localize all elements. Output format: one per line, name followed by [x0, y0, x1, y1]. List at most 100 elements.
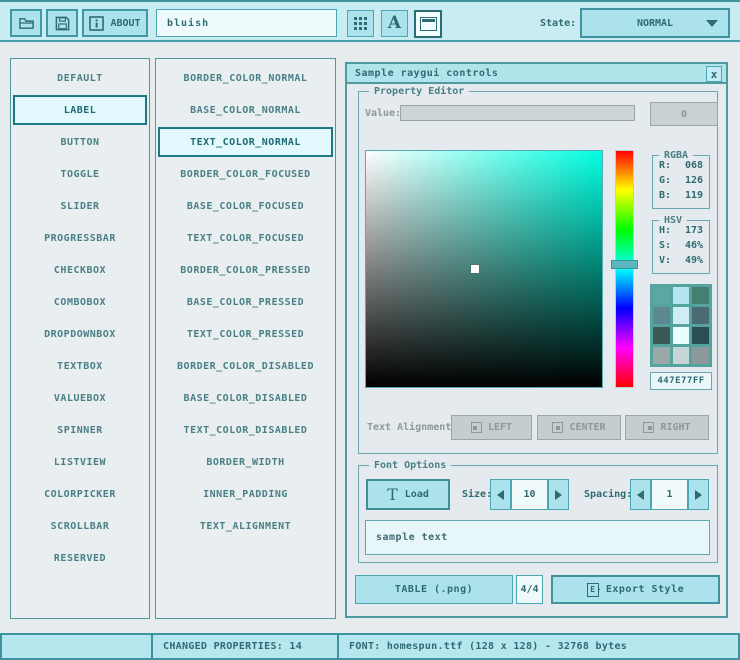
style-swatch-5[interactable] [692, 307, 709, 324]
list-item-border_color_pressed[interactable]: BORDER_COLOR_PRESSED [156, 254, 335, 286]
value-box[interactable]: 0 [650, 102, 718, 126]
sample-controls-window: Sample raygui controls x Property Editor… [345, 62, 728, 618]
colorpicker-square[interactable] [365, 150, 603, 388]
list-item-border_color_normal[interactable]: BORDER_COLOR_NORMAL [156, 62, 335, 94]
size-increase-button[interactable] [548, 479, 569, 510]
text-alignment-label: Text Alignment: [367, 422, 457, 433]
style-swatch-7[interactable] [673, 327, 690, 344]
list-item-text_alignment[interactable]: TEXT_ALIGNMENT [156, 510, 335, 542]
align-left-icon [471, 422, 482, 433]
export-format-button[interactable]: TABLE (.png) [355, 575, 513, 604]
list-item-text_color_normal[interactable]: TEXT_COLOR_NORMAL [158, 127, 333, 157]
window-titlebar[interactable]: Sample raygui controls [347, 64, 726, 84]
about-button[interactable]: ABOUT [82, 9, 148, 37]
controls-view-button[interactable] [414, 10, 442, 38]
align-left-label: LEFT [488, 422, 512, 433]
list-item-dropdownbox[interactable]: DROPDOWNBOX [11, 318, 149, 350]
hue-bar[interactable] [615, 150, 634, 388]
list-item-spinner[interactable]: SPINNER [11, 414, 149, 446]
list-item-valuebox[interactable]: VALUEBOX [11, 382, 149, 414]
list-item-scrollbar[interactable]: SCROLLBAR [11, 510, 149, 542]
value-box-text: 0 [681, 109, 687, 120]
rgba-r-row: R: 068 [653, 160, 709, 171]
list-item-label[interactable]: LABEL [13, 95, 147, 125]
state-dropdown[interactable]: NORMAL [580, 8, 730, 38]
style-table-view-button[interactable] [347, 10, 374, 37]
list-item-border_color_focused[interactable]: BORDER_COLOR_FOCUSED [156, 158, 335, 190]
about-button-label: ABOUT [110, 18, 140, 29]
list-item-base_color_normal[interactable]: BASE_COLOR_NORMAL [156, 94, 335, 126]
window-close-button[interactable]: x [706, 66, 722, 82]
list-item-checkbox[interactable]: CHECKBOX [11, 254, 149, 286]
style-swatch-2[interactable] [692, 287, 709, 304]
style-swatch-9[interactable] [653, 347, 670, 364]
align-right-button[interactable]: RIGHT [625, 415, 709, 440]
list-item-base_color_pressed[interactable]: BASE_COLOR_PRESSED [156, 286, 335, 318]
style-swatch-1[interactable] [673, 287, 690, 304]
list-item-text_color_focused[interactable]: TEXT_COLOR_FOCUSED [156, 222, 335, 254]
sample-textbox[interactable]: sample text [365, 520, 710, 555]
font-load-label: Load [405, 489, 429, 500]
value-label: Value: [365, 108, 401, 119]
save-file-button[interactable] [46, 9, 78, 37]
align-center-button[interactable]: CENTER [537, 415, 621, 440]
status-segment-empty [2, 635, 153, 658]
b-value: 119 [685, 190, 703, 201]
list-item-textbox[interactable]: TEXTBOX [11, 350, 149, 382]
spacing-value-box[interactable]: 1 [651, 479, 688, 510]
font-load-button[interactable]: T Load [366, 479, 450, 510]
list-item-base_color_focused[interactable]: BASE_COLOR_FOCUSED [156, 190, 335, 222]
export-icon-arrow: › [596, 585, 602, 595]
style-swatch-4[interactable] [673, 307, 690, 324]
size-decrease-button[interactable] [490, 479, 511, 510]
list-item-button[interactable]: BUTTON [11, 126, 149, 158]
open-file-button[interactable] [10, 9, 42, 37]
spacing-decrease-button[interactable] [630, 479, 651, 510]
export-style-button[interactable]: E › Export Style [551, 575, 720, 604]
style-swatch-8[interactable] [692, 327, 709, 344]
close-icon: x [711, 68, 718, 81]
size-value-box[interactable]: 10 [511, 479, 548, 510]
font-view-button[interactable]: A [381, 10, 408, 37]
list-item-listview[interactable]: LISTVIEW [11, 446, 149, 478]
style-swatch-0[interactable] [653, 287, 670, 304]
list-item-base_color_disabled[interactable]: BASE_COLOR_DISABLED [156, 382, 335, 414]
list-item-combobox[interactable]: COMBOBOX [11, 286, 149, 318]
hue-handle[interactable] [611, 260, 638, 269]
style-swatch-6[interactable] [653, 327, 670, 344]
rguistyler-app: ABOUT A State: NORMAL DEFAULTLABELBUTTON… [0, 0, 740, 660]
list-item-border_color_disabled[interactable]: BORDER_COLOR_DISABLED [156, 350, 335, 382]
font-a-icon: A [388, 15, 401, 32]
rgba-group: RGBA R: 068 G: 126 B: 119 [652, 155, 710, 209]
style-name-input[interactable] [156, 9, 337, 37]
status-font-info: FONT: homespun.ttf (128 x 128) - 32768 b… [339, 635, 738, 658]
b-label: B: [659, 190, 671, 201]
save-file-icon [54, 15, 71, 32]
list-item-text_color_pressed[interactable]: TEXT_COLOR_PRESSED [156, 318, 335, 350]
align-center-icon [552, 422, 563, 433]
list-item-slider[interactable]: SLIDER [11, 190, 149, 222]
list-item-reserved[interactable]: RESERVED [11, 542, 149, 574]
list-item-text_color_disabled[interactable]: TEXT_COLOR_DISABLED [156, 414, 335, 446]
export-style-label: Export Style [606, 584, 684, 595]
export-icon: E › [587, 583, 599, 597]
list-item-default[interactable]: DEFAULT [11, 62, 149, 94]
size-label: Size: [462, 489, 492, 500]
style-swatch-10[interactable] [673, 347, 690, 364]
spacing-increase-button[interactable] [688, 479, 709, 510]
list-item-progressbar[interactable]: PROGRESSBAR [11, 222, 149, 254]
style-swatch-3[interactable] [653, 307, 670, 324]
export-count-box[interactable]: 4/4 [516, 575, 543, 604]
list-item-border_width[interactable]: BORDER_WIDTH [156, 446, 335, 478]
list-item-colorpicker[interactable]: COLORPICKER [11, 478, 149, 510]
style-swatch-11[interactable] [692, 347, 709, 364]
list-item-toggle[interactable]: TOGGLE [11, 158, 149, 190]
value-slider[interactable] [400, 105, 635, 121]
align-left-button[interactable]: LEFT [451, 415, 532, 440]
hex-value-box[interactable]: 447E77FF [650, 372, 712, 390]
g-value: 126 [685, 175, 703, 186]
list-item-inner_padding[interactable]: INNER_PADDING [156, 478, 335, 510]
font-options-group-label: Font Options [369, 460, 451, 471]
colorpicker-cursor[interactable] [471, 265, 479, 273]
changed-properties-text: CHANGED PROPERTIES: 14 [163, 641, 302, 652]
